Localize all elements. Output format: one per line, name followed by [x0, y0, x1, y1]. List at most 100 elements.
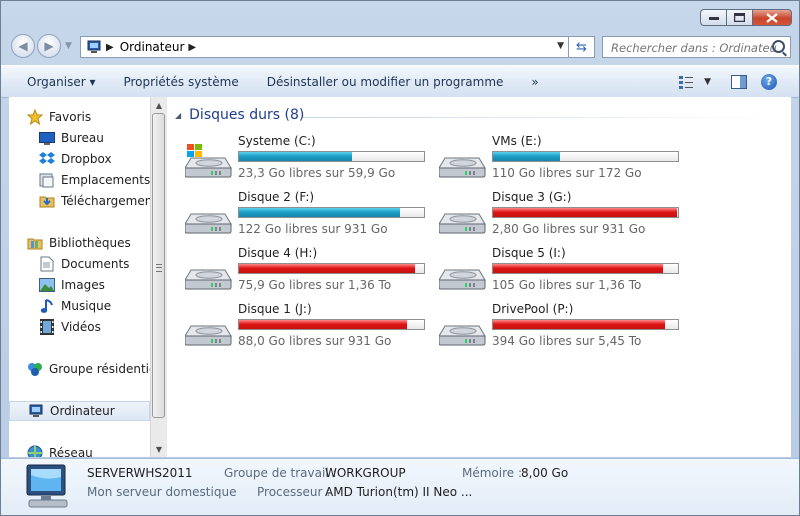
- system-properties-button[interactable]: Propriétés système: [109, 75, 252, 89]
- sidebar-item-libraries[interactable]: Bibliothèques: [27, 233, 150, 253]
- drive-tile[interactable]: DrivePool (P:) 394 Go libres sur 5,45 To: [439, 302, 689, 356]
- sidebar-item-desktop[interactable]: Bureau: [39, 128, 150, 148]
- group-header-hard-disks[interactable]: ◢ Disques durs (8): [175, 107, 304, 123]
- minimize-button[interactable]: [700, 9, 726, 26]
- drive-free-space: 110 Go libres sur 172 Go: [492, 166, 642, 180]
- sidebar-label: Téléchargements: [61, 194, 150, 208]
- drive-free-space: 394 Go libres sur 5,45 To: [492, 334, 642, 348]
- navigation-row: ◀ ▶ ▼ ▶ Ordinateur ▶ ▼ ⇆: [1, 33, 799, 61]
- drive-tile[interactable]: Disque 5 (I:) 105 Go libres sur 1,36 To: [439, 246, 689, 300]
- view-options-icon[interactable]: [678, 75, 694, 89]
- hard-drive-icon: [185, 325, 232, 346]
- drive-usage-bar: [492, 151, 679, 162]
- help-icon[interactable]: ?: [761, 73, 777, 90]
- collapse-triangle-icon[interactable]: ◢: [175, 111, 181, 120]
- search-box[interactable]: [602, 36, 791, 58]
- recent-pages-dropdown[interactable]: ▼: [65, 41, 72, 51]
- navigation-pane-scrollbar[interactable]: ▲ ▼: [150, 97, 167, 457]
- drive-usage-bar: [492, 319, 679, 330]
- sidebar-label: Dropbox: [61, 152, 112, 166]
- drive-free-space: 2,80 Go libres sur 931 Go: [492, 222, 646, 236]
- refresh-button[interactable]: ⇆: [569, 36, 595, 58]
- memory-label: Mémoire :: [462, 466, 523, 480]
- search-icon[interactable]: [772, 40, 785, 53]
- drive-usage-bar: [238, 151, 425, 162]
- sidebar-item-favorites[interactable]: Favoris: [27, 107, 150, 127]
- command-bar: Organiser ▾ Propriétés système Désinstal…: [1, 65, 799, 98]
- drive-usage-fill: [493, 264, 664, 273]
- close-button[interactable]: [752, 9, 792, 26]
- hard-drive-icon: [185, 269, 232, 290]
- back-button[interactable]: ◀: [11, 34, 35, 58]
- sidebar-label: Groupe résidentiel: [49, 362, 150, 376]
- sidebar-item-dropbox[interactable]: Dropbox: [39, 149, 150, 169]
- preview-pane-icon[interactable]: [731, 74, 747, 89]
- sidebar-label: Musique: [61, 299, 112, 313]
- sidebar-label: Documents: [61, 257, 130, 271]
- sidebar-label: Réseau: [49, 446, 93, 457]
- view-controls: ▼ ?: [678, 66, 799, 97]
- hard-drive-icon: [439, 325, 486, 346]
- close-icon: [766, 12, 778, 23]
- view-dropdown-icon[interactable]: ▼: [704, 77, 711, 87]
- sidebar-item-homegroup[interactable]: Groupe résidentiel: [27, 359, 150, 379]
- breadcrumb-separator-icon[interactable]: ▶: [188, 42, 196, 53]
- memory-value: 8,00 Go: [521, 466, 569, 480]
- workgroup-value: WORKGROUP: [325, 466, 406, 480]
- drive-usage-fill: [239, 152, 352, 161]
- sidebar-item-music[interactable]: Musique: [39, 296, 150, 316]
- document-icon: [39, 256, 55, 272]
- sidebar-label: Emplacements ré: [61, 173, 150, 187]
- sidebar-label: Vidéos: [61, 320, 101, 334]
- drive-usage-bar: [492, 263, 679, 274]
- drive-tile[interactable]: Disque 1 (J:) 88,0 Go libres sur 931 Go: [185, 302, 435, 356]
- computer-large-icon: [26, 464, 68, 508]
- drive-usage-bar: [238, 263, 425, 274]
- forward-button[interactable]: ▶: [37, 34, 61, 58]
- drive-tile[interactable]: VMs (E:) 110 Go libres sur 172 Go: [439, 134, 689, 188]
- drive-usage-bar: [238, 319, 425, 330]
- chevron-down-icon: ▼: [65, 41, 72, 51]
- maximize-icon: [734, 13, 745, 22]
- sidebar-item-documents[interactable]: Documents: [39, 254, 150, 274]
- drive-tile[interactable]: Disque 2 (F:) 122 Go libres sur 931 Go: [185, 190, 435, 244]
- sidebar-item-network[interactable]: Réseau: [27, 443, 150, 457]
- drive-usage-fill: [239, 208, 400, 217]
- caption-buttons: [700, 9, 792, 26]
- drive-usage-fill: [239, 320, 408, 329]
- uninstall-program-button[interactable]: Désinstaller ou modifier un programme: [253, 75, 518, 89]
- sidebar-item-recent-places[interactable]: Emplacements ré: [39, 170, 150, 190]
- drive-name: Disque 3 (G:): [492, 190, 572, 204]
- drive-tile[interactable]: Disque 3 (G:) 2,80 Go libres sur 931 Go: [439, 190, 689, 244]
- maximize-button[interactable]: [726, 9, 752, 26]
- drive-name: DrivePool (P:): [492, 302, 574, 316]
- homegroup-icon: [27, 361, 43, 377]
- sidebar-item-images[interactable]: Images: [39, 275, 150, 295]
- sidebar-item-computer[interactable]: Ordinateur: [9, 401, 150, 421]
- sidebar-item-downloads[interactable]: Téléchargements: [39, 191, 150, 211]
- images-icon: [39, 277, 55, 293]
- details-pane: SERVERWHS2011 Mon serveur domestique Gro…: [1, 458, 799, 515]
- network-icon: [27, 445, 43, 457]
- scroll-up-icon[interactable]: ▲: [151, 97, 167, 113]
- organize-menu[interactable]: Organiser ▾: [1, 75, 109, 89]
- hard-drive-icon: [439, 269, 486, 290]
- scroll-down-icon[interactable]: ▼: [151, 441, 167, 457]
- search-input[interactable]: [609, 38, 779, 58]
- star-icon: [27, 109, 43, 125]
- content-pane: ◢ Disques durs (8) Systeme (C:) 23,3 Go l…: [167, 97, 791, 457]
- drive-tile[interactable]: Disque 4 (H:) 75,9 Go libres sur 1,36 To: [185, 246, 435, 300]
- address-bar[interactable]: ▶ Ordinateur ▶ ▼: [80, 36, 569, 58]
- drive-name: Disque 1 (J:): [238, 302, 312, 316]
- drive-tile[interactable]: Systeme (C:) 23,3 Go libres sur 59,9 Go: [185, 134, 435, 188]
- scrollbar-thumb[interactable]: [152, 113, 165, 418]
- libraries-icon: [27, 235, 43, 251]
- breadcrumb-separator-icon: ▶: [106, 41, 114, 53]
- downloads-folder-icon: [39, 193, 55, 209]
- drive-free-space: 122 Go libres sur 931 Go: [238, 222, 388, 236]
- address-dropdown-icon[interactable]: ▼: [557, 41, 564, 51]
- more-commands-button[interactable]: »: [517, 75, 552, 89]
- drive-free-space: 23,3 Go libres sur 59,9 Go: [238, 166, 396, 180]
- breadcrumb-computer[interactable]: Ordinateur: [120, 40, 185, 54]
- sidebar-item-videos[interactable]: Vidéos: [39, 317, 150, 337]
